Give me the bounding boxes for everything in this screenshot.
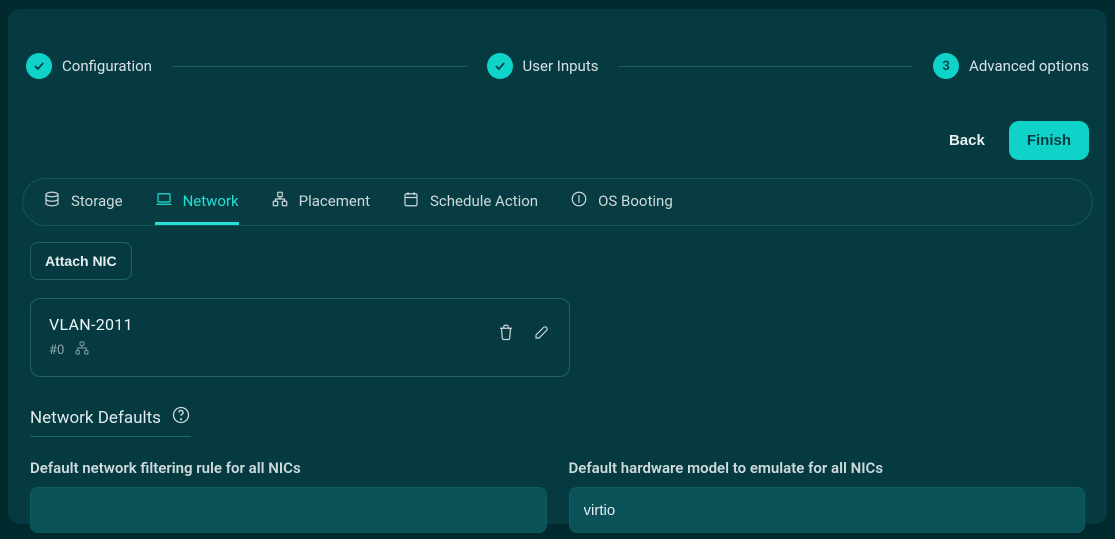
info-icon (570, 190, 588, 212)
tab-schedule-action[interactable]: Schedule Action (402, 179, 538, 225)
edit-icon[interactable] (533, 323, 551, 345)
step-user-inputs[interactable]: User Inputs (487, 53, 599, 79)
attach-nic-button[interactable]: Attach NIC (30, 242, 132, 280)
tab-network[interactable]: Network (155, 179, 239, 225)
delete-icon[interactable] (497, 323, 515, 345)
section-title: Network Defaults (30, 408, 161, 428)
tab-label: Schedule Action (430, 192, 538, 210)
nic-card: VLAN-2011 #0 (30, 298, 570, 377)
step-divider (618, 66, 913, 67)
tab-bar: Storage Network Placement Schedule Actio… (22, 178, 1093, 226)
tab-storage[interactable]: Storage (43, 179, 123, 225)
filter-rule-input[interactable] (30, 487, 547, 533)
step-advanced-options[interactable]: 3 Advanced options (933, 53, 1089, 79)
check-icon (26, 53, 52, 79)
calendar-icon (402, 190, 420, 212)
nic-index: #0 (49, 343, 64, 358)
network-tree-icon (74, 340, 90, 360)
step-label: Advanced options (969, 57, 1089, 75)
storage-icon (43, 190, 61, 212)
finish-button[interactable]: Finish (1009, 121, 1089, 160)
back-button[interactable]: Back (935, 122, 999, 159)
tab-label: OS Booting (598, 192, 673, 210)
step-configuration[interactable]: Configuration (26, 53, 152, 79)
stepper: Configuration User Inputs 3 Advanced opt… (8, 9, 1107, 99)
tab-label: Network (183, 192, 239, 210)
step-label: User Inputs (523, 57, 599, 75)
wizard-actions: Back Finish (8, 99, 1107, 178)
network-defaults-heading: Network Defaults (30, 405, 191, 437)
nic-name: VLAN-2011 (49, 315, 133, 334)
sitemap-icon (271, 190, 289, 212)
filter-rule-label: Default network filtering rule for all N… (30, 459, 547, 477)
check-icon (487, 53, 513, 79)
step-number-icon: 3 (933, 53, 959, 79)
tab-placement[interactable]: Placement (271, 179, 370, 225)
step-divider (172, 66, 467, 67)
hw-model-label: Default hardware model to emulate for al… (569, 459, 1086, 477)
step-label: Configuration (62, 57, 152, 75)
tab-label: Storage (71, 192, 123, 210)
tab-os-booting[interactable]: OS Booting (570, 179, 673, 225)
help-icon[interactable] (171, 405, 191, 430)
laptop-icon (155, 190, 173, 212)
tab-label: Placement (299, 192, 370, 210)
hw-model-input[interactable] (569, 487, 1086, 533)
